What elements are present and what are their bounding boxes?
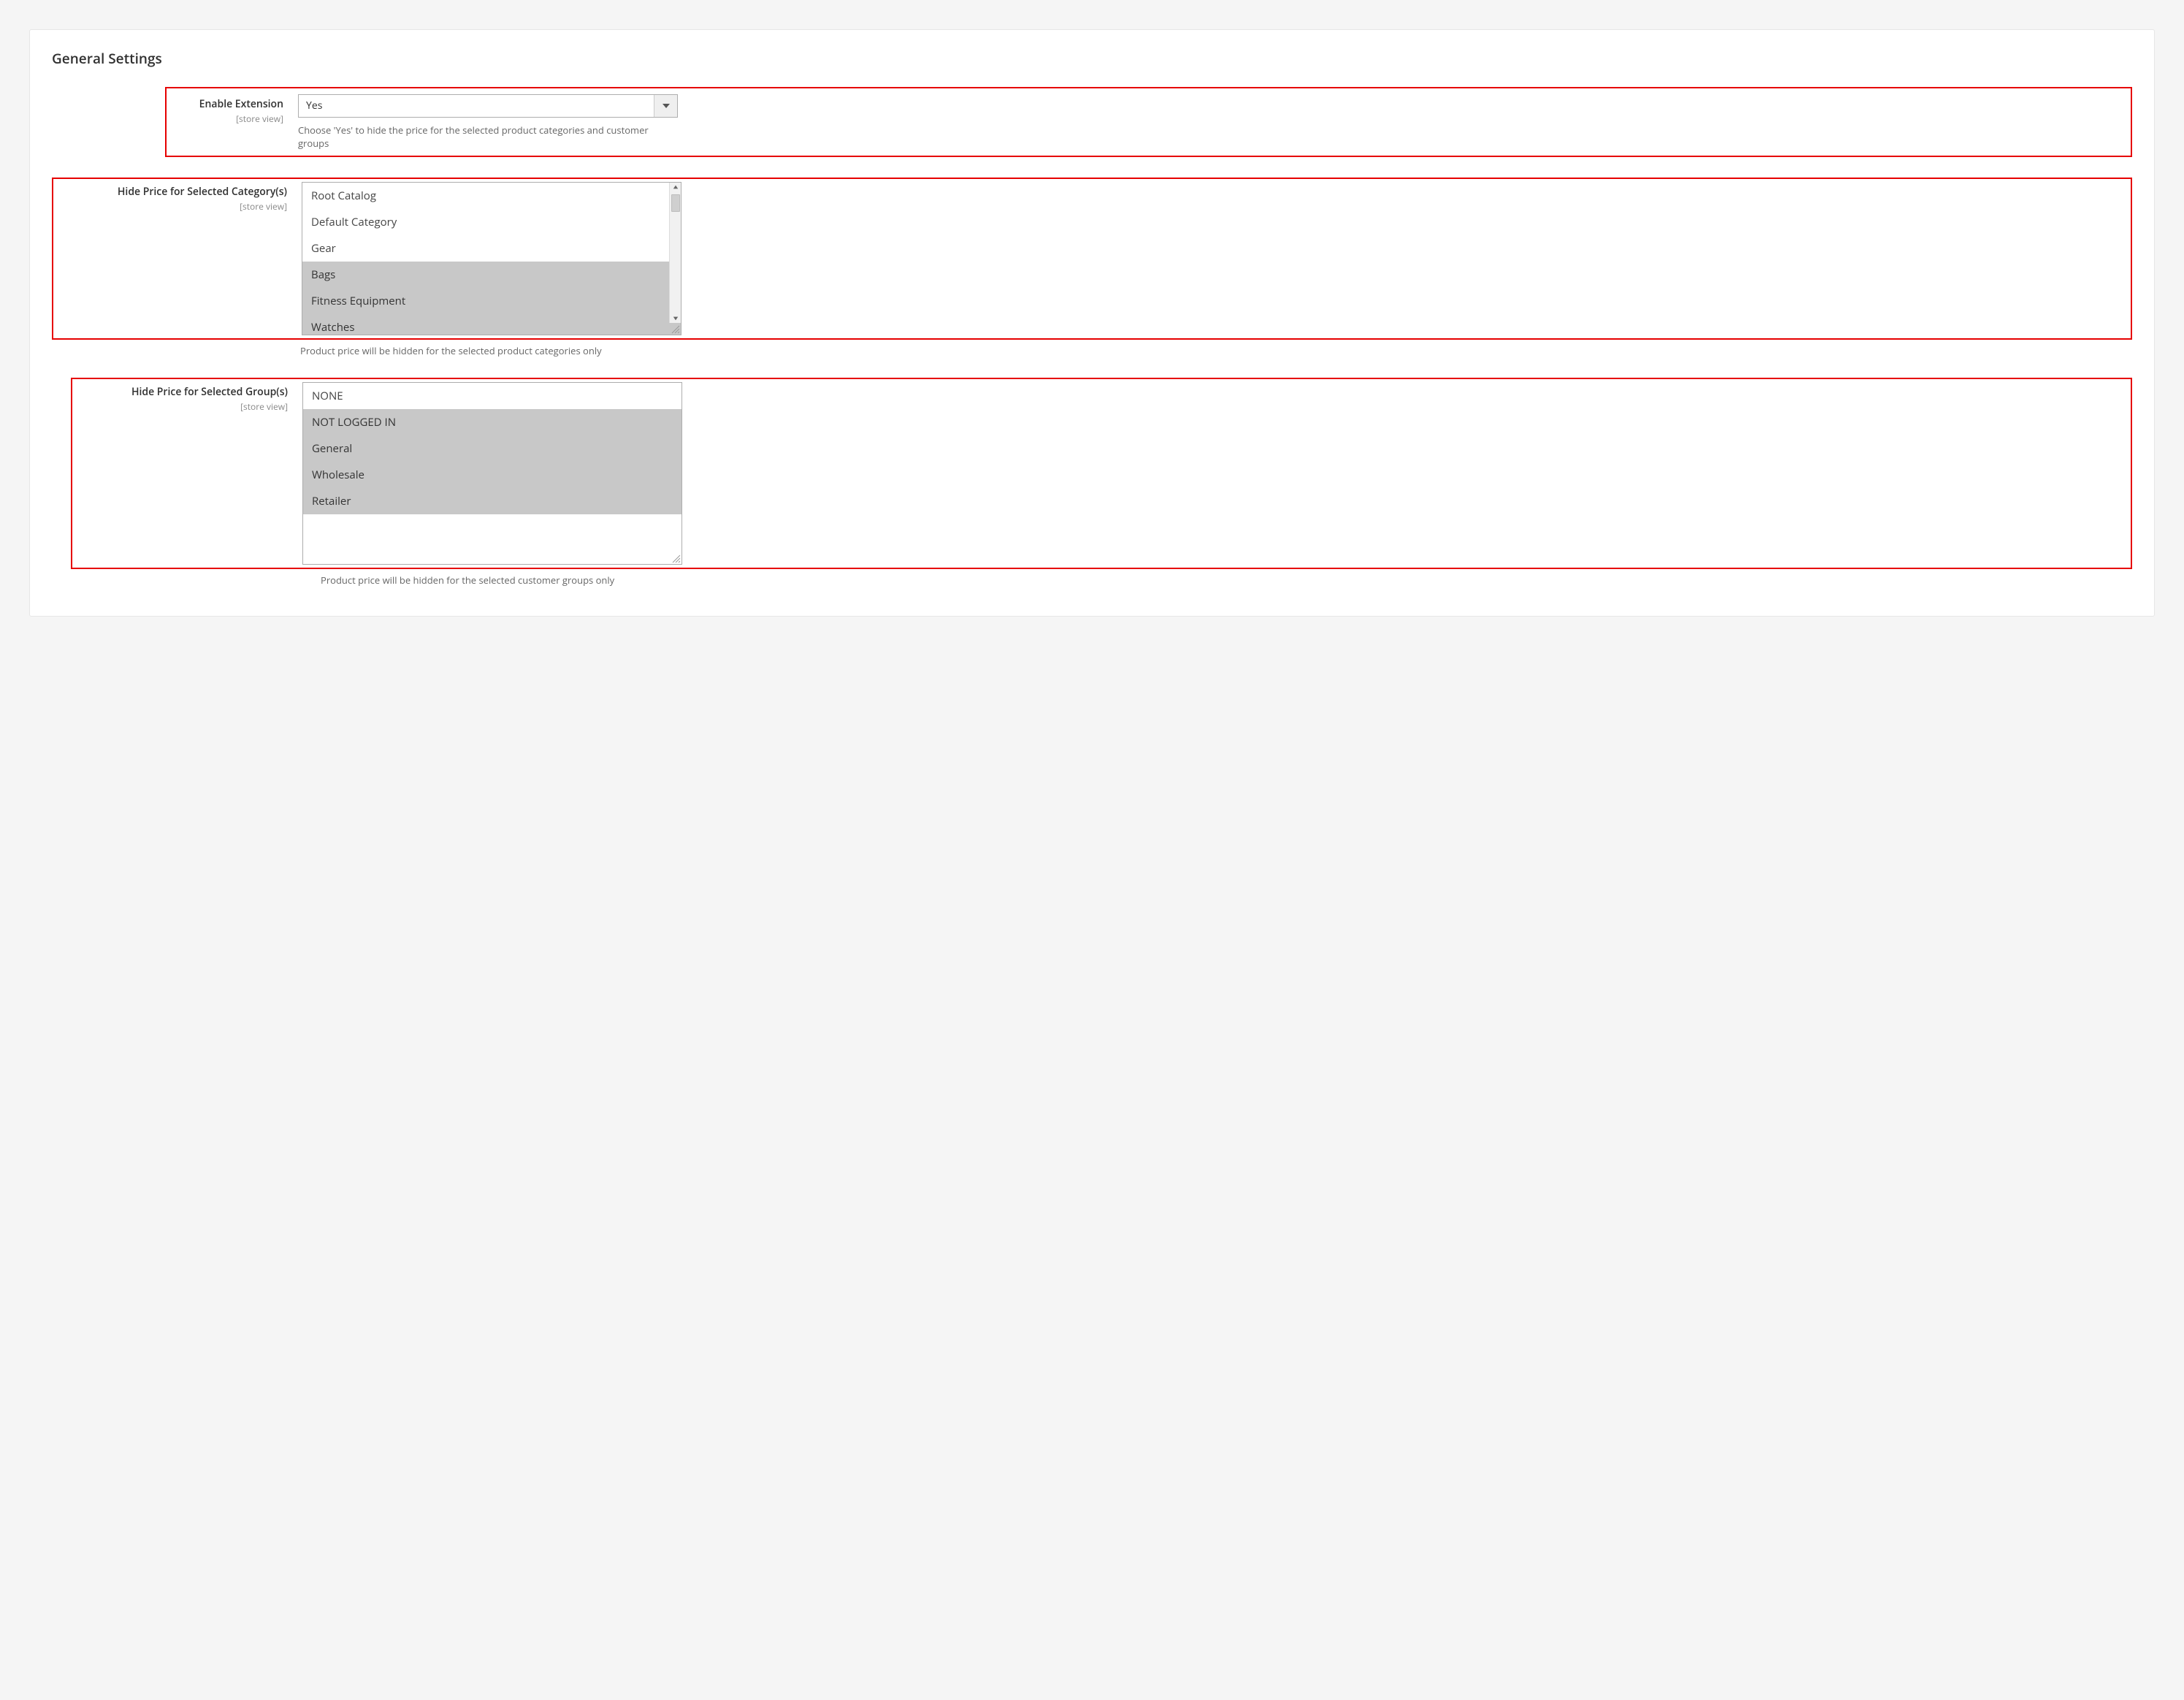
- categories-help: Product price will be hidden for the sel…: [300, 344, 695, 357]
- category-option[interactable]: Root Catalog: [302, 183, 681, 209]
- field-hide-price-categories: Hide Price for Selected Category(s) [sto…: [52, 178, 2132, 340]
- group-option[interactable]: NOT LOGGED IN: [303, 409, 681, 435]
- categories-multiselect[interactable]: Root CatalogDefault CategoryGearBagsFitn…: [302, 182, 681, 335]
- groups-option-list: NONENOT LOGGED INGeneralWholesaleRetaile…: [303, 383, 681, 564]
- scroll-down-icon: [673, 316, 679, 321]
- categories-label: Hide Price for Selected Category(s): [53, 185, 287, 199]
- panel-title: General Settings: [52, 49, 2132, 68]
- groups-multiselect[interactable]: NONENOT LOGGED INGeneralWholesaleRetaile…: [302, 382, 682, 565]
- scrollbar-thumb[interactable]: [671, 194, 680, 212]
- category-option[interactable]: Bags: [302, 262, 681, 288]
- enable-extension-select[interactable]: Yes: [298, 94, 678, 118]
- groups-scope: [store view]: [72, 400, 288, 413]
- groups-help: Product price will be hidden for the sel…: [321, 573, 715, 587]
- category-option[interactable]: Default Category: [302, 209, 681, 235]
- categories-scope: [store view]: [53, 200, 287, 213]
- scrollbar[interactable]: [669, 183, 681, 323]
- scroll-up-icon: [673, 184, 679, 190]
- group-option[interactable]: Retailer: [303, 488, 681, 514]
- field-hide-price-groups: Hide Price for Selected Group(s) [store …: [71, 378, 2132, 569]
- group-option[interactable]: NONE: [303, 383, 681, 409]
- category-option[interactable]: Watches: [302, 314, 681, 335]
- group-option[interactable]: Wholesale: [303, 462, 681, 488]
- category-option[interactable]: Gear: [302, 235, 681, 262]
- resize-grip-icon[interactable]: [671, 553, 681, 563]
- enable-extension-label: Enable Extension: [167, 97, 283, 111]
- resize-grip-icon[interactable]: [670, 324, 680, 334]
- enable-extension-scope: [store view]: [167, 113, 283, 125]
- enable-extension-help: Choose 'Yes' to hide the price for the s…: [298, 123, 678, 150]
- category-option[interactable]: Fitness Equipment: [302, 288, 681, 314]
- chevron-down-icon: [654, 95, 677, 117]
- general-settings-panel: General Settings Enable Extension [store…: [29, 29, 2155, 617]
- field-enable-extension: Enable Extension [store view] Yes Choose…: [165, 87, 2132, 157]
- group-option[interactable]: General: [303, 435, 681, 462]
- enable-extension-value: Yes: [299, 95, 654, 117]
- categories-option-list: Root CatalogDefault CategoryGearBagsFitn…: [302, 183, 681, 335]
- groups-label: Hide Price for Selected Group(s): [72, 385, 288, 399]
